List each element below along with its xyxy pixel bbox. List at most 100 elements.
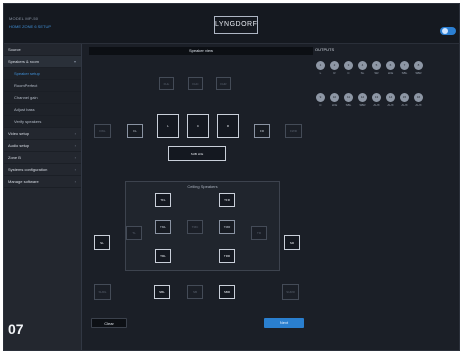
breadcrumb[interactable]: HOME ZONE 6 SETUP [9, 24, 51, 29]
sidebar-item-speaker-setup[interactable]: Speaker setup [4, 68, 81, 80]
speaker-sbr[interactable]: SBR [219, 285, 235, 299]
top-bar: MODEL MP-50 HOME ZONE 6 SETUP LYNGDORF [4, 4, 459, 44]
sidebar-item-label: Source [8, 47, 21, 52]
output-label: C [319, 103, 322, 107]
speaker-fl[interactable]: FL [127, 124, 143, 138]
sidebar-item-speakers-room[interactable]: Speakers & room ▾ [4, 56, 81, 68]
speaker-tfr[interactable]: TFR [219, 193, 235, 207]
speaker-sb[interactable]: SB [187, 285, 203, 299]
speaker-fwl[interactable]: FWL [94, 124, 111, 138]
output-4[interactable]: 4 SL [357, 61, 368, 75]
ceiling-title: Ceiling Speakers [187, 184, 218, 189]
output-3[interactable]: 3C [343, 61, 354, 75]
speaker-sbl[interactable]: SBL [154, 285, 170, 299]
output-15[interactable]: 15 AUX [399, 93, 410, 107]
output-number: 14 [386, 93, 395, 102]
chevron-right-icon: › [74, 155, 76, 160]
output-number: 9 [316, 93, 325, 102]
speaker-surl[interactable]: SURL [94, 284, 111, 300]
sidebar-item-label: Verify speakers [14, 119, 42, 124]
step-number: 07 [8, 321, 24, 337]
speaker-fhc[interactable]: FHC [188, 77, 203, 90]
sidebar-item-adjust-bass[interactable]: Adjust bass [4, 104, 81, 116]
output-label: SBR [359, 103, 366, 107]
main-content: Speaker view FHL FHC FHR FWL FL L C R FR… [83, 44, 459, 350]
output-number: 4 [358, 61, 367, 70]
speaker-fr[interactable]: FR [254, 124, 270, 138]
speaker-sr[interactable]: SR [284, 235, 300, 250]
output-number: 1 [316, 61, 325, 70]
sidebar-item-manage-software[interactable]: Manage software › [4, 176, 81, 188]
chevron-right-icon: › [74, 131, 76, 136]
output-label: SBL [345, 103, 352, 107]
output-label: SBL [401, 71, 408, 75]
sidebar-item-systems-configuration[interactable]: Systems configuration › [4, 164, 81, 176]
sidebar-item-label: Channel gain [14, 95, 38, 100]
output-11[interactable]: 11 SBL [343, 93, 354, 107]
sidebar-item-channel-gain[interactable]: Channel gain [4, 92, 81, 104]
outputs-title: OUTPUTS [315, 47, 335, 52]
output-label: L [319, 71, 322, 75]
output-14[interactable]: 14 AUX [385, 93, 396, 107]
output-number: 3 [344, 61, 353, 70]
speaker-sub[interactable]: SUB LFE [168, 146, 226, 161]
chevron-right-icon: › [74, 167, 76, 172]
speaker-fhr[interactable]: FHR [216, 77, 231, 90]
speaker-sl[interactable]: SL [94, 235, 110, 250]
speaker-fwr[interactable]: FWR [285, 124, 302, 138]
speaker-center[interactable]: C [187, 114, 209, 138]
output-label: LFE [331, 103, 338, 107]
output-number: 11 [344, 93, 353, 102]
sidebar-item-audio-setup[interactable]: Audio setup › [4, 140, 81, 152]
output-label: SL [360, 71, 365, 75]
sidebar-item-verify-speakers[interactable]: Verify speakers [4, 116, 81, 128]
speaker-tmr[interactable]: TMR [219, 220, 235, 234]
speaker-surr[interactable]: SURR [282, 284, 299, 300]
output-label: SR [374, 71, 379, 75]
output-10[interactable]: 10 LFE [329, 93, 340, 107]
output-6[interactable]: 6 LFE [385, 61, 396, 75]
speaker-tmc[interactable]: TMC [187, 220, 203, 234]
sidebar-item-video-setup[interactable]: Video setup › [4, 128, 81, 140]
chevron-right-icon: › [74, 179, 76, 184]
output-5[interactable]: 5 SR [371, 61, 382, 75]
sidebar-item-label: RoomPerfect [14, 83, 38, 88]
speaker-tml[interactable]: TML [155, 220, 171, 234]
app-window: MODEL MP-50 HOME ZONE 6 SETUP LYNGDORF S… [3, 3, 460, 351]
output-2[interactable]: 2R [329, 61, 340, 75]
speaker-tl[interactable]: TL [126, 226, 142, 240]
speaker-view-panel: Speaker view FHL FHC FHR FWL FL L C R FR… [89, 47, 313, 312]
speaker-tr[interactable]: TR [251, 226, 267, 240]
power-toggle[interactable] [440, 27, 456, 35]
speaker-right[interactable]: R [217, 114, 239, 138]
output-number: 8 [414, 61, 423, 70]
outputs-row-2: 9C 10 LFE 11 SBL 12 SBR 13 AUX 14 AUX 15 AUX 1… [315, 93, 424, 107]
output-label: AUX [401, 103, 408, 107]
output-7[interactable]: 7 SBL [399, 61, 410, 75]
speaker-tfl[interactable]: TFL [155, 193, 171, 207]
output-8[interactable]: 8 SBR [413, 61, 424, 75]
speaker-left[interactable]: L [157, 114, 179, 138]
output-1[interactable]: 1L [315, 61, 326, 75]
next-button[interactable]: Next [264, 318, 304, 328]
sidebar-item-label: Video setup [8, 131, 30, 136]
sidebar-item-label: Speakers & room [8, 59, 39, 64]
output-9[interactable]: 9C [315, 93, 326, 107]
speaker-trl[interactable]: TRL [155, 249, 171, 263]
sidebar-item-label: Speaker setup [14, 71, 40, 76]
chevron-down-icon: ▾ [73, 59, 76, 64]
output-number: 2 [330, 61, 339, 70]
output-13[interactable]: 13 AUX [371, 93, 382, 107]
output-number: 7 [400, 61, 409, 70]
speaker-fhl[interactable]: FHL [159, 77, 174, 90]
sidebar-item-zone-b[interactable]: Zone B › [4, 152, 81, 164]
clear-button[interactable]: Clear [91, 318, 127, 328]
output-16[interactable]: 16 AUX [413, 93, 424, 107]
speaker-trr[interactable]: TRR [219, 249, 235, 263]
panel-title: Speaker view [89, 47, 313, 55]
output-12[interactable]: 12 SBR [357, 93, 368, 107]
sidebar-item-roomperfect[interactable]: RoomPerfect [4, 80, 81, 92]
output-number: 12 [358, 93, 367, 102]
sidebar-item-label: Zone B [8, 155, 21, 160]
sidebar-item-source[interactable]: Source [4, 44, 81, 56]
